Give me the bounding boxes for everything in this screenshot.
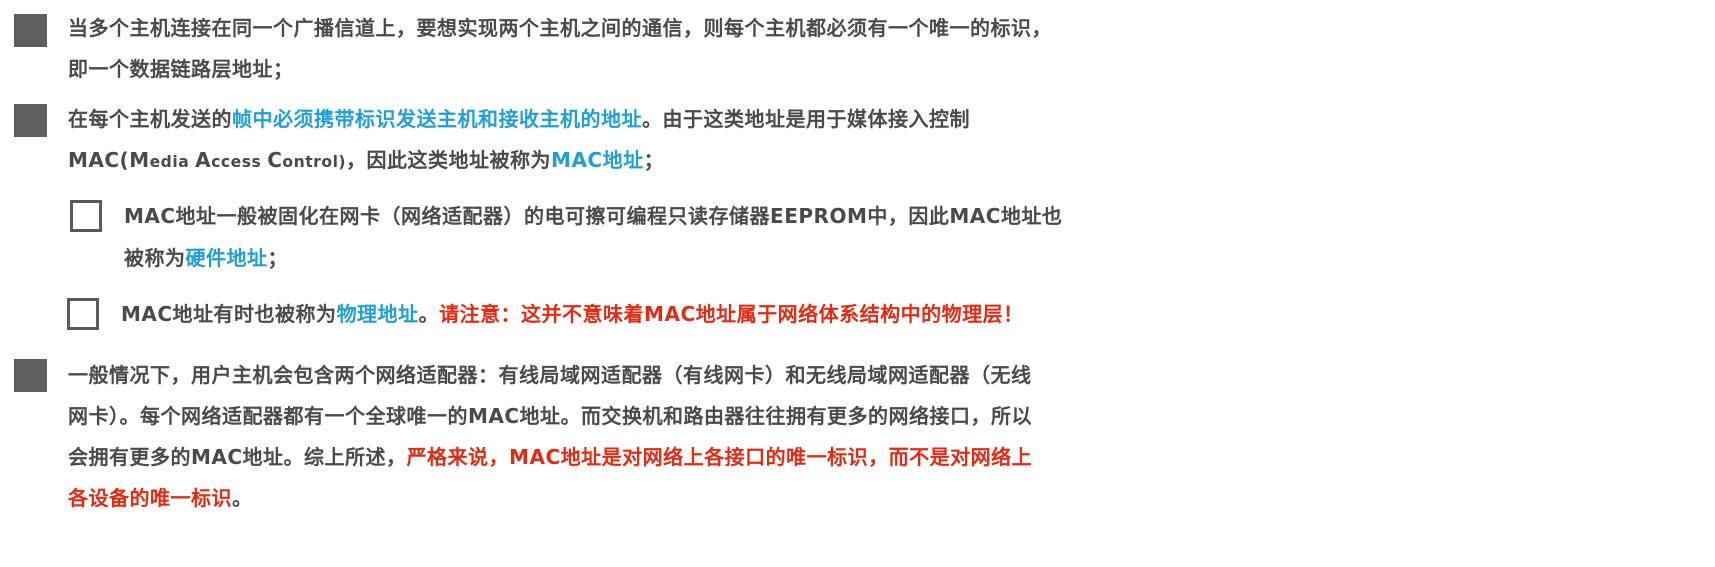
hardware-address-highlight: 硬件地址 (185, 246, 268, 270)
paragraph-2-line-1-suffix: 。由于这类地址是用于媒体接入控制 (642, 107, 970, 131)
paragraph-3-line-4-highlight: 各设备的唯一标识 (68, 486, 232, 510)
sub-item-1-line-2-end: ； (267, 246, 288, 270)
paragraph-3-line-1: 一般情况下，用户主机会包含两个网络适配器：有线局域网适配器（有线网卡）和无线局域… (68, 363, 1032, 387)
checkbox-square-1 (70, 200, 102, 232)
paragraph-3-line-3-highlight: 严格来说，MAC地址是对网络上各接口的唯一标识，而不是对网络上 (406, 445, 1033, 469)
bullet-square-2 (14, 104, 47, 137)
mac-edia: edia (149, 153, 196, 171)
paragraph-1-line-1: 当多个主机连接在同一个广播信道上，要想实现两个主机之间的通信，则每个主机都必须有… (68, 16, 1052, 40)
sub-item-2-mid: 。 (418, 302, 440, 326)
paragraph-3-line-3-prefix: 会拥有更多的MAC地址。综上所述， (68, 445, 407, 469)
physical-address-highlight: 物理地址 (336, 302, 419, 326)
paragraph-2-line-2-mid: ，因此这类地址被称为 (346, 148, 552, 172)
mac-a: A (195, 148, 212, 172)
mac-prefix: MAC( (68, 148, 130, 172)
paragraph-3-line-4-end: 。 (232, 486, 253, 510)
paragraph-2-line-1: 在每个主机发送的帧中必须携带标识发送主机和接收主机的地址。由于这类地址是用于媒体… (68, 97, 1715, 141)
sub-item-2-line: MAC地址有时也被称为物理地址。请注意：这并不意味着MAC地址属于网络体系结构中… (121, 292, 1715, 336)
paragraph-3-line-2: 网卡）。每个网络适配器都有一个全球唯一的MAC地址。而交换机和路由器往往拥有更多… (68, 404, 1033, 428)
sub-item-1-line-2-prefix: 被称为 (124, 246, 186, 270)
paragraph-2-line-1-highlight: 帧中必须携带标识发送主机和接收主机的地址 (232, 107, 642, 131)
paragraph-1-line-2: 即一个数据链路层地址； (68, 57, 294, 81)
sub-item-2-warning: 请注意：这并不意味着MAC地址属于网络体系结构中的物理层！ (439, 302, 1024, 326)
mac-ontrol: ontrol) (282, 153, 347, 171)
mac-m: M (129, 148, 150, 172)
mac-address-highlight: MAC地址 (551, 148, 644, 172)
mac-c: C (267, 148, 283, 172)
paragraph-2-line-1-prefix: 在每个主机发送的 (68, 107, 232, 131)
sub-item-1-line-1: MAC地址一般被固化在网卡（网络适配器）的电可擦可编程只读存储器EEPROM中，… (124, 204, 1063, 228)
paragraph-2-line-2-end: ； (643, 148, 665, 172)
checkbox-square-2 (67, 298, 99, 330)
sub-item-2-prefix: MAC地址有时也被称为 (121, 302, 337, 326)
paragraph-3-line-4: 各设备的唯一标识。 (68, 476, 1715, 520)
bullet-square-1 (14, 14, 47, 47)
paragraph-2-line-2: MAC(Media Access Control)，因此这类地址被称为MAC地址… (68, 138, 1715, 184)
bullet-square-3 (14, 359, 47, 392)
sub-item-1-line-2: 被称为硬件地址； (124, 236, 1715, 280)
mac-ccess: ccess (211, 153, 268, 171)
paragraph-3-line-3: 会拥有更多的MAC地址。综上所述，严格来说，MAC地址是对网络上各接口的唯一标识… (68, 435, 1715, 479)
